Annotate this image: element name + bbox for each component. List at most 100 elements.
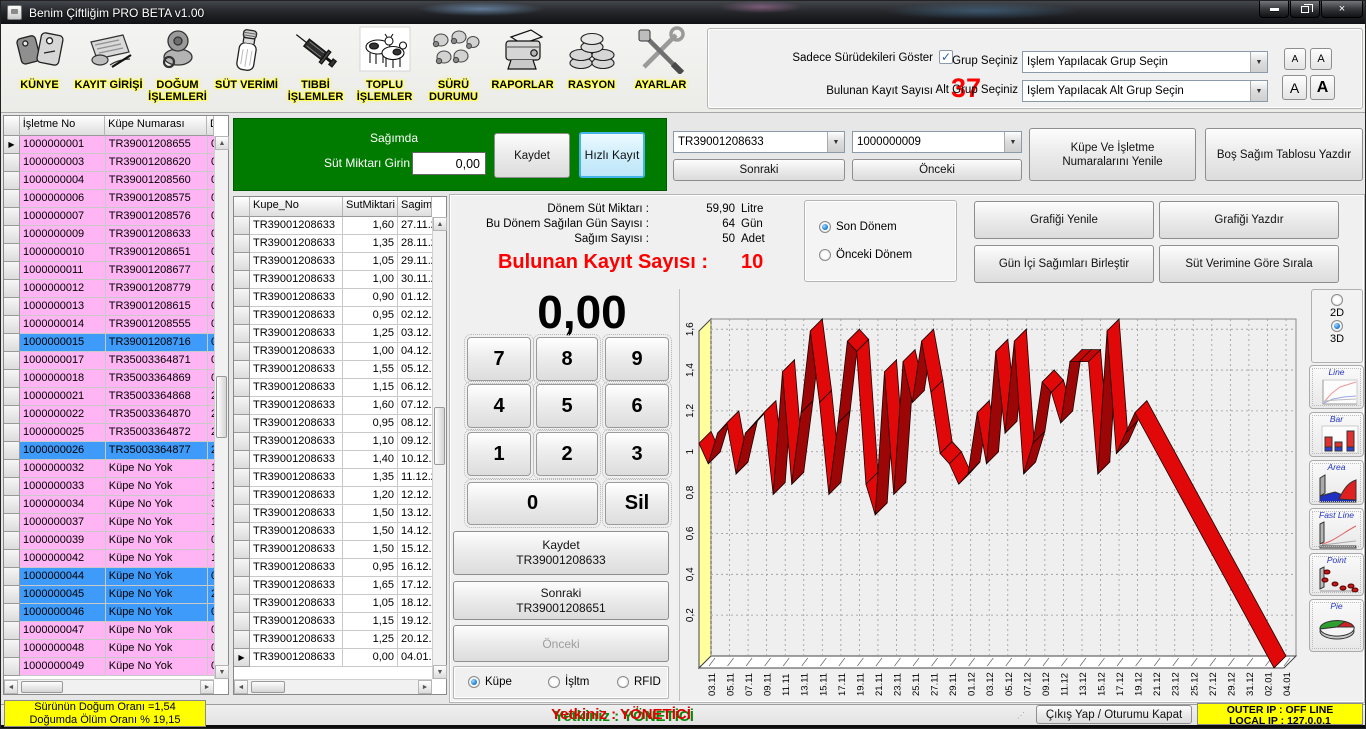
print-empty-table-button[interactable]: Boş Sağım Tablosu Yazdır xyxy=(1205,128,1363,181)
column-header[interactable] xyxy=(234,197,250,217)
table-row[interactable]: 1000000015TR3900120871602.01.2 xyxy=(4,334,214,352)
scrollbar-thumb[interactable] xyxy=(216,376,227,438)
table-row[interactable]: 1000000037Küpe No Yok16.01.2 xyxy=(4,514,214,532)
toolbar-button-s-r-durumu[interactable]: SÜRÜ DURUMU xyxy=(419,26,488,110)
horizontal-scrollbar[interactable]: ◄ ► xyxy=(234,679,432,694)
id-radio-isltm[interactable]: İşltm xyxy=(548,676,589,688)
table-row[interactable]: 1000000034Küpe No Yok30.12.2 xyxy=(4,496,214,514)
id-radio-rfid[interactable]: RFID xyxy=(617,676,661,688)
minimize-button[interactable] xyxy=(1259,1,1289,18)
table-row[interactable]: TR390012086331,5013.12.2 xyxy=(234,505,432,523)
scrollbar-thumb[interactable] xyxy=(434,407,445,465)
table-row[interactable]: TR390012086331,1519.12.2 xyxy=(234,613,432,631)
keypad-key-4[interactable]: 4 xyxy=(467,384,531,428)
table-row[interactable]: TR390012086331,2520.12.2 xyxy=(234,631,432,649)
table-row[interactable]: 1000000006TR3900120857502.01.2 xyxy=(4,190,214,208)
table-row[interactable]: 1000000047Küpe No Yok05.12.2 xyxy=(4,622,214,640)
column-header[interactable]: Kupe_No xyxy=(250,197,343,217)
keypad-key-5[interactable]: 5 xyxy=(536,384,598,428)
chart-type-fast-line-button[interactable]: Fast Line xyxy=(1309,508,1364,550)
column-header[interactable]: SutMiktari xyxy=(343,197,398,217)
keypad-previous-button[interactable]: Önceki xyxy=(453,625,669,662)
isletme-select[interactable]: 1000000009 ▼ xyxy=(852,131,1022,153)
table-row[interactable]: TR390012086331,2012.12.2 xyxy=(234,487,432,505)
keypad-key-1[interactable]: 1 xyxy=(467,432,531,476)
table-row[interactable]: 1000000042Küpe No Yok12.03.2 xyxy=(4,550,214,568)
scrollbar-thumb[interactable] xyxy=(251,681,285,693)
table-row[interactable]: TR390012086331,0529.11.2 xyxy=(234,253,432,271)
table-row[interactable]: 1000000049Küpe No Yok09.12.2 xyxy=(4,658,214,676)
keypad-key-2[interactable]: 2 xyxy=(536,432,598,476)
table-row[interactable]: TR390012086331,0030.11.2 xyxy=(234,271,432,289)
dropdown-arrow-icon[interactable]: ▼ xyxy=(827,132,844,152)
toolbar-button-tibbi-i-lemler[interactable]: TIBBİ İŞLEMLER xyxy=(281,26,350,110)
table-row[interactable]: 1000000018TR3500336486907.03.2 xyxy=(4,370,214,388)
table-row[interactable]: 1000000010TR3900120865102.01.2 xyxy=(4,244,214,262)
table-row[interactable]: TR390012086331,2503.12.2 xyxy=(234,325,432,343)
vertical-scrollbar[interactable]: ▲ ▼ xyxy=(214,136,228,679)
table-row[interactable]: TR390012086331,6007.12.2 xyxy=(234,397,432,415)
table-row[interactable]: TR390012086331,4010.12.2 xyxy=(234,451,432,469)
font-size-button-3[interactable]: A xyxy=(1282,75,1307,100)
toolbar-button-s-t-veri-mi-[interactable]: SÜT VERİMİ xyxy=(212,26,281,110)
table-row[interactable]: 1000000046Küpe No Yok05.12.2 xyxy=(4,604,214,622)
kupe-select[interactable]: TR39001208633 ▼ xyxy=(673,131,845,153)
dropdown-arrow-icon[interactable]: ▼ xyxy=(1250,52,1267,72)
scrollbar-thumb[interactable] xyxy=(21,681,63,693)
table-row[interactable]: ▶1000000001TR3900120865502.01.2 xyxy=(4,136,214,154)
table-row[interactable]: 1000000026TR3500336487727.04.2 xyxy=(4,442,214,460)
table-row[interactable]: 1000000009TR3900120863302.01.2 xyxy=(4,226,214,244)
radio-icon[interactable] xyxy=(819,249,831,261)
previous-animal-button[interactable]: Önceki xyxy=(852,159,1022,181)
table-row[interactable]: TR390012086331,0004.12.2 xyxy=(234,343,432,361)
table-row[interactable]: TR390012086330,9502.12.2 xyxy=(234,307,432,325)
keypad-key-8[interactable]: 8 xyxy=(536,337,598,381)
table-row[interactable]: 1000000007TR3900120857602.01.2 xyxy=(4,208,214,226)
keypad-key-9[interactable]: 9 xyxy=(605,337,669,381)
quick-save-button[interactable]: Hızlı Kayıt xyxy=(579,132,645,178)
table-row[interactable]: 1000000011TR3900120867702.01.2 xyxy=(4,262,214,280)
toolbar-button-raporlar[interactable]: RAPORLAR xyxy=(488,26,557,110)
table-row[interactable]: TR390012086331,3511.12.2 xyxy=(234,469,432,487)
refresh-numbers-button[interactable]: Küpe Ve İşletme Numaralarını Yenile xyxy=(1029,128,1196,181)
table-row[interactable]: 1000000014TR3900120855502.01.2 xyxy=(4,316,214,334)
table-row[interactable]: 1000000013TR3900120861502.01.2 xyxy=(4,298,214,316)
scroll-down-icon[interactable]: ▼ xyxy=(433,665,447,679)
table-row[interactable]: TR390012086331,0518.12.2 xyxy=(234,595,432,613)
keypad-next-button[interactable]: Sonraki TR39001208651 xyxy=(453,581,669,620)
next-animal-button[interactable]: Sonraki xyxy=(673,159,845,181)
keypad-save-button[interactable]: Kaydet TR39001208633 xyxy=(453,531,669,575)
group-select[interactable]: İşlem Yapılacak Grup Seçin ▼ xyxy=(1022,51,1268,73)
table-row[interactable]: 1000000039Küpe No Yok04.03.2 xyxy=(4,532,214,550)
toolbar-button-k-nye[interactable]: KÜNYE xyxy=(5,26,74,110)
subgroup-select[interactable]: İşlem Yapılacak Alt Grup Seçin ▼ xyxy=(1022,80,1268,102)
table-row[interactable]: 1000000004TR3900120856002.01.2 xyxy=(4,172,214,190)
scroll-right-icon[interactable]: ► xyxy=(418,680,432,694)
table-row[interactable]: TR390012086331,6027.11.2 xyxy=(234,217,432,235)
radio-2d[interactable] xyxy=(1331,294,1343,306)
keypad-key-0[interactable]: 0 xyxy=(467,482,598,525)
period-radio-son-donem[interactable]: Son Dönem xyxy=(819,221,897,233)
scroll-left-icon[interactable]: ◄ xyxy=(234,680,248,694)
logout-button[interactable]: Çıkış Yap / Oturumu Kapat xyxy=(1036,705,1192,724)
column-header[interactable]: Doğum T xyxy=(207,116,214,136)
font-size-button-4[interactable]: A xyxy=(1310,75,1335,100)
column-header[interactable]: İşletme No xyxy=(20,116,105,136)
radio-icon[interactable] xyxy=(468,676,480,688)
dropdown-arrow-icon[interactable]: ▼ xyxy=(1250,81,1267,101)
table-row[interactable]: 1000000022TR3500336487029.03.2 xyxy=(4,406,214,424)
table-row[interactable]: TR390012086331,6517.12.2 xyxy=(234,577,432,595)
scroll-right-icon[interactable]: ► xyxy=(200,680,214,694)
table-row[interactable]: 1000000044Küpe No Yok03.05.2 xyxy=(4,568,214,586)
column-header[interactable] xyxy=(4,116,20,136)
close-button[interactable]: × xyxy=(1321,1,1363,18)
table-row[interactable]: TR390012086330,9001.12.2 xyxy=(234,289,432,307)
table-row[interactable]: TR390012086330,9516.12.2 xyxy=(234,559,432,577)
font-size-button-1[interactable]: A xyxy=(1284,48,1306,70)
table-row[interactable]: TR390012086331,5014.12.2 xyxy=(234,523,432,541)
restore-button[interactable] xyxy=(1290,1,1320,18)
table-row[interactable]: 1000000017TR3500336487105.03.2 xyxy=(4,352,214,370)
font-size-button-2[interactable]: A xyxy=(1310,48,1332,70)
horizontal-scrollbar[interactable]: ◄ ► xyxy=(4,679,214,694)
toolbar-button-rasyon[interactable]: RASYON xyxy=(557,26,626,110)
